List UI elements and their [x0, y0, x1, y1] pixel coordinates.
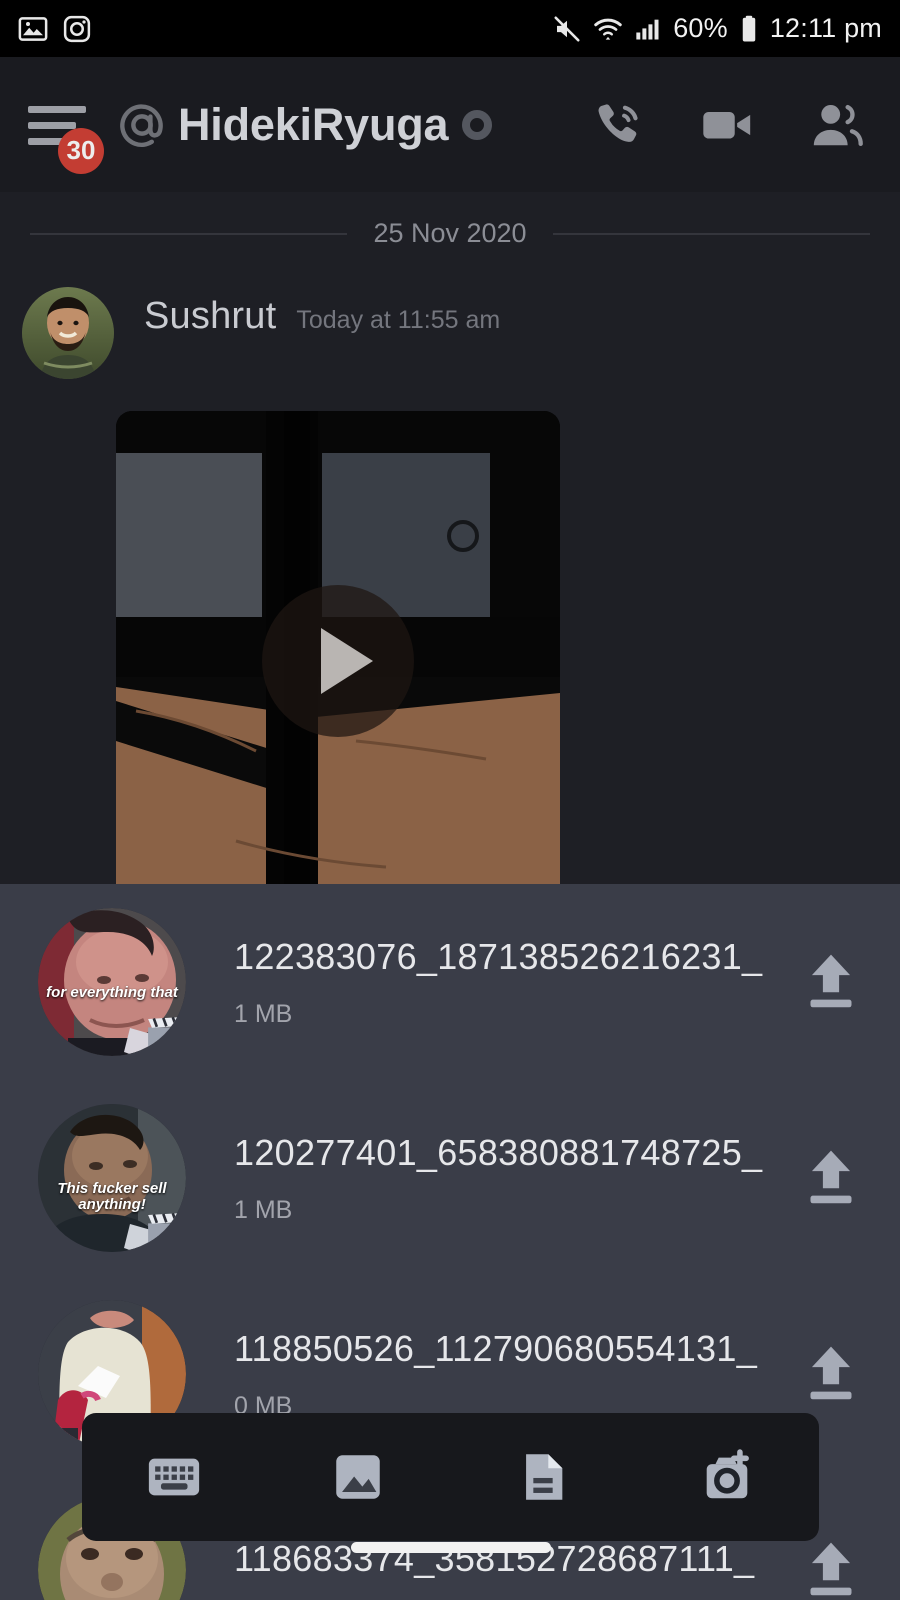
battery-icon	[742, 15, 756, 41]
header-actions	[590, 96, 872, 154]
file-info: 118850526_112790680554131_ 0 MB	[186, 1328, 796, 1421]
play-triangle	[321, 628, 373, 694]
hamburger-bar	[28, 105, 86, 113]
divider-line-left	[30, 232, 348, 235]
upload-arrow-icon	[810, 954, 852, 1008]
gallery-button[interactable]	[266, 1448, 450, 1506]
chat-message-list[interactable]: 25 Nov 2020 Sushrut Today at 11:55 am	[0, 192, 900, 1033]
video-attachment[interactable]	[116, 411, 560, 911]
video-badge-icon	[148, 1212, 186, 1249]
date-divider-label: 25 Nov 2020	[373, 218, 527, 248]
app-root: 60% 12:11 pm 30 HidekiRyuga 25 Nov 2020 …	[0, 0, 900, 1600]
home-indicator	[350, 1542, 551, 1553]
file-thumbnail[interactable]: for everything that	[38, 908, 186, 1056]
gallery-icon	[336, 1455, 381, 1499]
chat-header: 30 HidekiRyuga	[0, 57, 900, 192]
avatar-photo	[22, 287, 114, 379]
play-icon[interactable]	[262, 585, 414, 737]
upload-icon[interactable]	[796, 1147, 866, 1209]
file-info: 120277401_658380881748725_ 1 MB	[186, 1132, 796, 1225]
status-bar-left-icons	[18, 14, 92, 44]
file-name: 122383076_187138526216231_	[234, 935, 763, 977]
unread-badge: 30	[58, 127, 104, 174]
document-icon	[525, 1454, 562, 1500]
video-badge-icon	[148, 1016, 186, 1053]
menu-icon[interactable]: 30	[28, 98, 104, 174]
video-call-icon[interactable]	[698, 96, 756, 154]
instagram-icon	[63, 15, 91, 42]
upload-icon[interactable]	[796, 1343, 866, 1405]
call-icon[interactable]	[590, 97, 646, 153]
members-icon[interactable]	[808, 96, 866, 154]
message-timestamp: Today at 11:55 am	[296, 306, 501, 334]
status-bar: 60% 12:11 pm	[0, 0, 900, 57]
camera-add-icon	[706, 1449, 749, 1499]
message-header: Sushrut Today at 11:55 am	[144, 295, 900, 338]
upload-arrow-icon	[810, 1346, 852, 1400]
signal-icon	[636, 19, 659, 39]
file-size: 1 MB	[234, 1195, 293, 1224]
upload-icon[interactable]	[796, 1539, 866, 1600]
file-name: 118850526_112790680554131_	[234, 1327, 758, 1369]
keyboard-icon	[148, 1458, 200, 1496]
avatar[interactable]	[22, 287, 114, 379]
message-body: Sushrut Today at 11:55 am	[114, 287, 900, 379]
file-size: 1 MB	[234, 999, 293, 1028]
hamburger-bar	[28, 121, 76, 129]
thumbnail-caption: This fucker sell anything!	[57, 1179, 167, 1214]
list-item[interactable]: This fucker sell anything! 120277401_658…	[0, 1080, 900, 1276]
upload-arrow-icon	[810, 1150, 852, 1204]
clock-label: 12:11 pm	[769, 13, 882, 43]
list-item[interactable]: for everything that 122383076_1871385262…	[0, 884, 900, 1080]
divider-line-right	[552, 232, 870, 235]
file-thumbnail[interactable]: This fucker sell anything!	[38, 1104, 186, 1252]
upload-icon[interactable]	[796, 951, 866, 1013]
date-divider: 25 Nov 2020	[0, 192, 900, 249]
file-info: 122383076_187138526216231_ 1 MB	[186, 936, 796, 1029]
wifi-icon	[594, 18, 622, 40]
keyboard-button[interactable]	[82, 1448, 266, 1506]
at-icon	[120, 103, 163, 147]
file-name: 120277401_658380881748725_	[234, 1131, 763, 1173]
status-badge	[462, 109, 493, 140]
attachment-toolbar	[82, 1413, 819, 1553]
mute-icon	[554, 15, 580, 42]
document-button[interactable]	[451, 1448, 635, 1506]
page-title: HidekiRyuga	[178, 98, 449, 150]
battery-percent-label: 60%	[673, 13, 728, 43]
photo-icon	[18, 16, 48, 41]
thumbnail-caption: for everything that	[46, 983, 178, 1001]
camera-add-button[interactable]	[635, 1448, 819, 1506]
chat-message: Sushrut Today at 11:55 am	[0, 249, 900, 379]
status-bar-right-icons: 60% 12:11 pm	[552, 13, 882, 44]
message-author[interactable]: Sushrut	[144, 295, 276, 338]
upload-arrow-icon	[810, 1542, 852, 1596]
